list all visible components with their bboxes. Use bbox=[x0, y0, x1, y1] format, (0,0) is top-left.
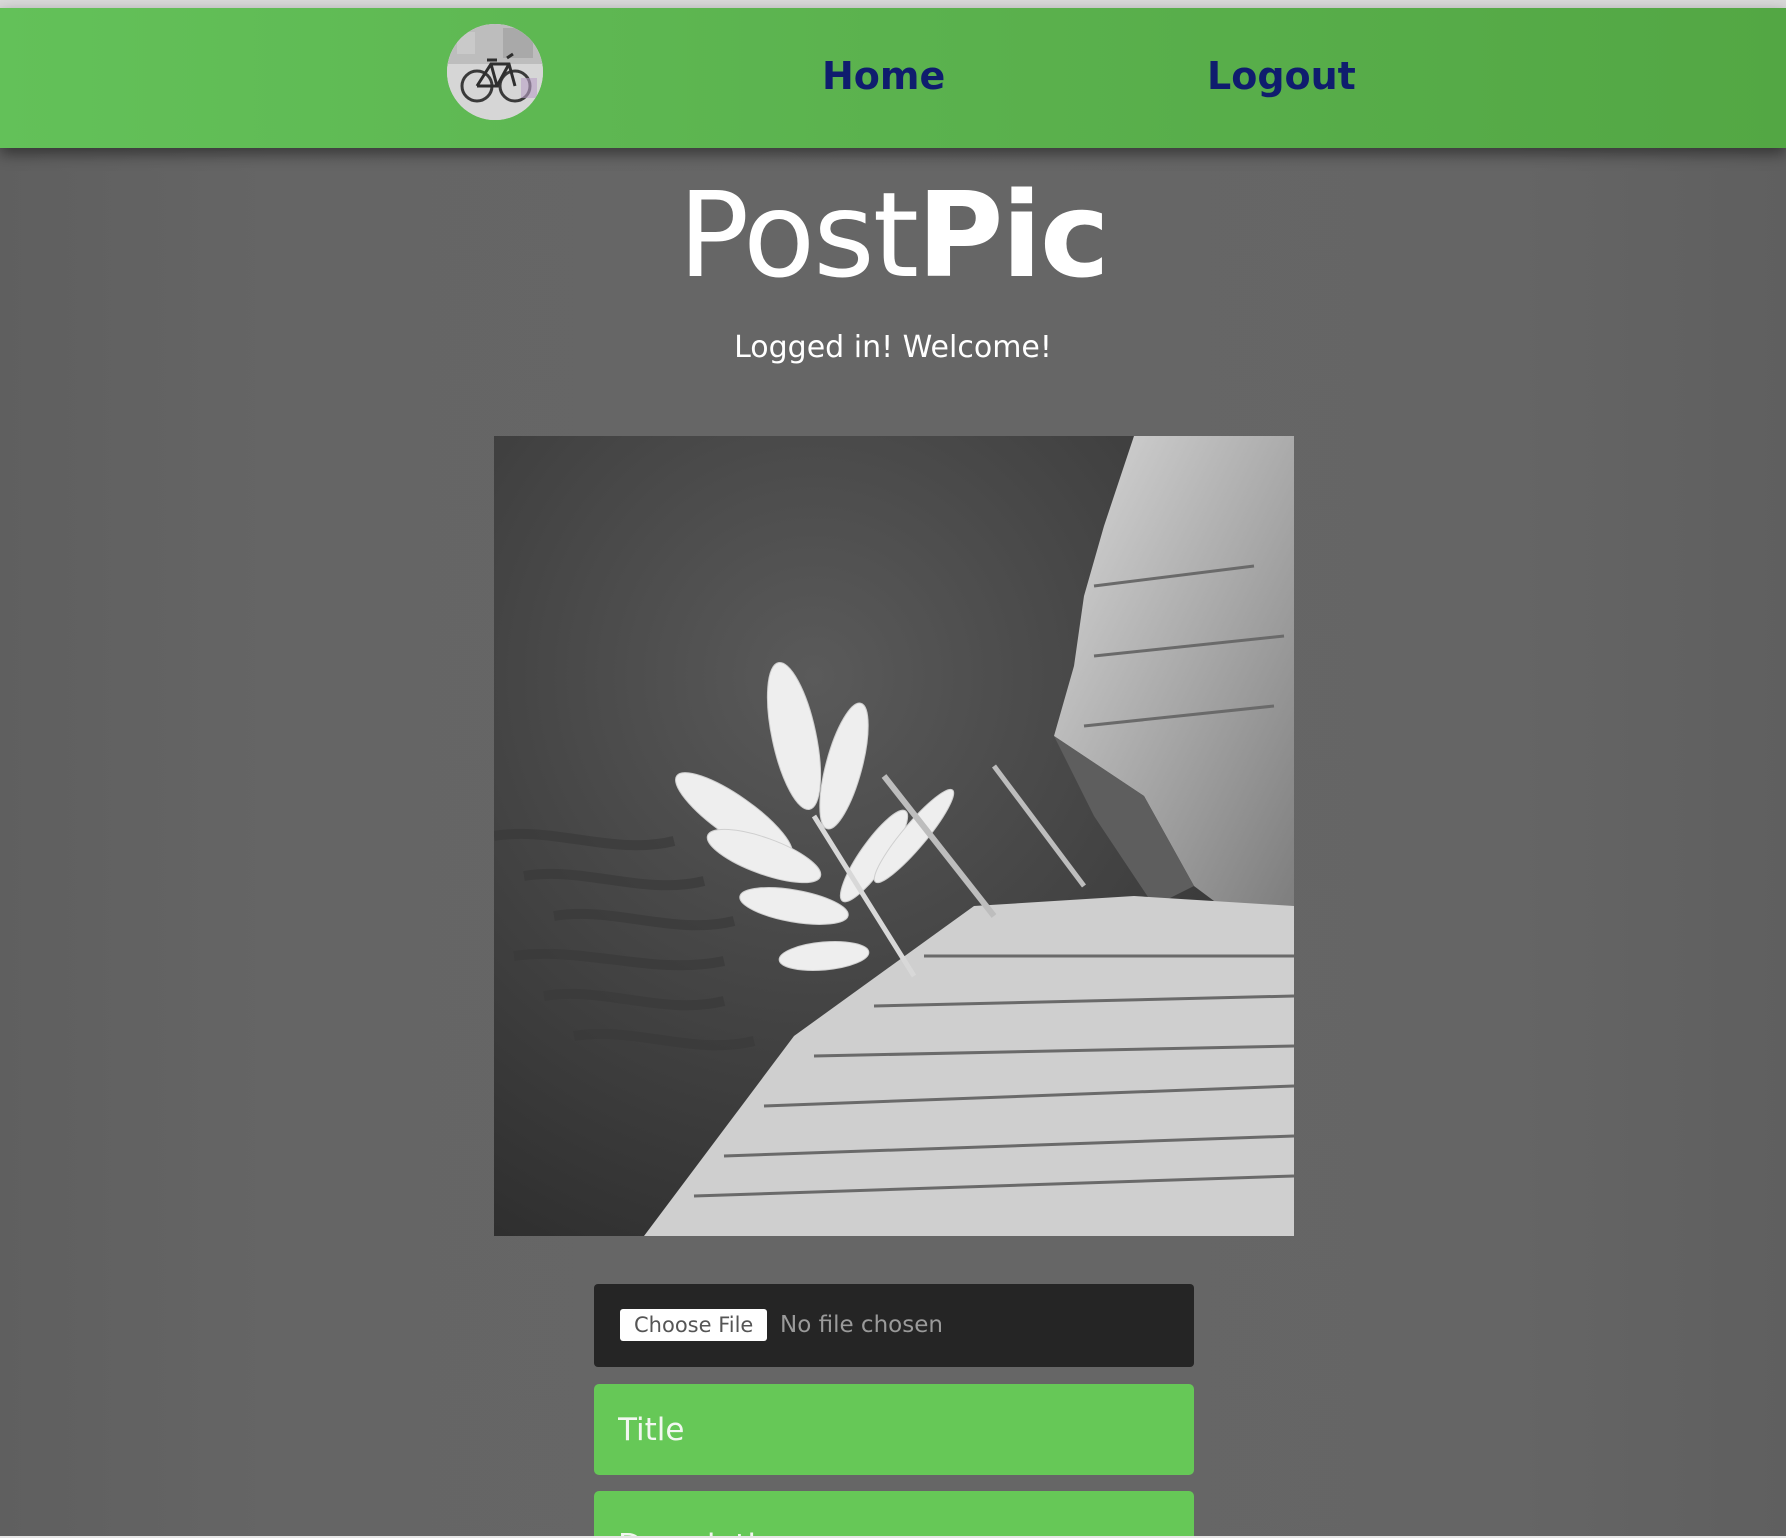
browser-page: Home Logout PostPic Logged in! Welcome! bbox=[0, 0, 1786, 1538]
page-viewport: Home Logout PostPic Logged in! Welcome! bbox=[0, 0, 1786, 1536]
file-status-text: No file chosen bbox=[780, 1312, 943, 1338]
description-input[interactable] bbox=[594, 1491, 1194, 1536]
nav-logout-link[interactable]: Logout bbox=[1207, 54, 1356, 98]
browser-top-edge bbox=[0, 0, 1786, 8]
brand-title-bold: Pic bbox=[917, 166, 1110, 304]
bicycle-avatar-icon[interactable] bbox=[447, 24, 543, 120]
nav-home-link[interactable]: Home bbox=[822, 54, 945, 98]
welcome-message: Logged in! Welcome! bbox=[734, 330, 1052, 365]
brand-title: PostPic bbox=[0, 170, 1786, 300]
uploaded-photo bbox=[494, 436, 1294, 1236]
file-upload-field[interactable]: Choose File No file chosen bbox=[594, 1284, 1194, 1367]
brand-title-light: Post bbox=[678, 166, 919, 304]
title-input[interactable] bbox=[594, 1384, 1194, 1475]
navbar: Home Logout bbox=[0, 8, 1786, 148]
choose-file-button[interactable]: Choose File bbox=[620, 1309, 768, 1341]
